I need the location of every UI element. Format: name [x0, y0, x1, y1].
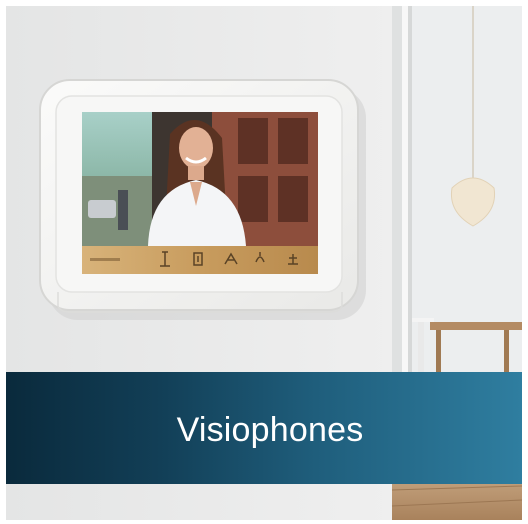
category-banner[interactable]: Visiophones — [6, 372, 522, 484]
product-category-tile[interactable]: Visiophones — [0, 0, 528, 524]
category-title: Visiophones — [176, 410, 364, 449]
